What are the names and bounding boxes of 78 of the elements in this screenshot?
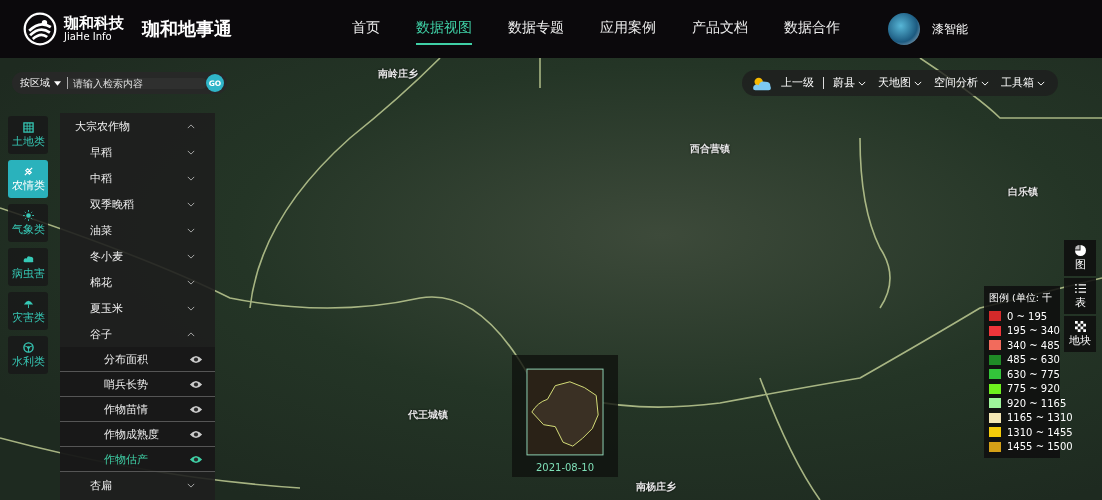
layer-item[interactable]: 作物成熟度	[60, 422, 215, 447]
place-label: 西合营镇	[690, 142, 730, 156]
tree-item[interactable]: 冬小麦	[60, 243, 215, 269]
legend-label: 340 ~ 485	[1007, 339, 1060, 351]
category-tab[interactable]: 气象类	[8, 204, 48, 242]
grid-icon	[22, 121, 34, 133]
map-tool-button[interactable]: 图	[1064, 240, 1096, 276]
category-tab[interactable]: 病虫害	[8, 248, 48, 286]
user-name: 漆智能	[932, 20, 968, 38]
tree-item[interactable]: 中稻	[60, 165, 215, 191]
category-tab[interactable]: 土地类	[8, 116, 48, 154]
caret-icon	[54, 80, 61, 86]
region-dropdown[interactable]: 蔚县	[830, 76, 869, 90]
legend-label: 0 ~ 195	[1007, 310, 1048, 322]
toolbar-menu[interactable]: 空间分析	[931, 76, 992, 90]
tree-item[interactable]: 油菜	[60, 217, 215, 243]
cloud-icon	[22, 253, 34, 265]
layer-item[interactable]: 分布面积	[60, 347, 215, 372]
tree-item[interactable]: 双季晚稻	[60, 191, 215, 217]
layer-item[interactable]: 哨兵长势	[60, 372, 215, 397]
layer-item[interactable]: 作物苗情	[60, 397, 215, 422]
company-name: 珈和科技	[64, 15, 124, 32]
toolbar-menu[interactable]: 天地图	[875, 76, 925, 90]
legend-label: 920 ~ 1165	[1007, 397, 1067, 409]
legend-label: 1310 ~ 1455	[1007, 426, 1073, 438]
map-tool-button[interactable]: 地块	[1064, 316, 1096, 352]
tree-group-header[interactable]: 大宗农作物	[60, 113, 215, 139]
legend-label: 485 ~ 630	[1007, 354, 1060, 365]
list-icon	[1074, 282, 1086, 294]
legend-label: 1455 ~ 1500	[1007, 441, 1073, 452]
sun-cloud-icon	[752, 75, 772, 91]
chevron-icon	[858, 80, 866, 86]
place-label: 南杨庄乡	[636, 480, 676, 494]
tree-item[interactable]: 早稻	[60, 139, 215, 165]
legend-label: 630 ~ 775	[1007, 368, 1060, 380]
wheel-icon	[22, 341, 34, 353]
nav-link[interactable]: 数据合作	[784, 13, 840, 45]
eye-icon	[189, 454, 203, 464]
eye-icon	[189, 379, 203, 389]
chevron-icon	[981, 80, 989, 86]
category-tab[interactable]: 灾害类	[8, 292, 48, 330]
chevron-icon	[1037, 80, 1045, 86]
satellite-icon	[22, 165, 34, 177]
eye-icon	[189, 404, 203, 414]
legend-label: 195 ~ 340	[1007, 325, 1060, 336]
company-subtitle: JiaHe Info	[64, 31, 112, 43]
user-avatar[interactable]	[888, 13, 920, 45]
place-label: 代王城镇	[408, 408, 448, 422]
nav-link[interactable]: 应用案例	[600, 13, 656, 45]
nav-link[interactable]: 产品文档	[692, 13, 748, 45]
eye-icon	[189, 429, 203, 439]
nav-link[interactable]: 数据视图	[416, 13, 472, 45]
up-level-button[interactable]: 上一级	[778, 76, 817, 90]
chevron-icon	[914, 80, 922, 86]
map-tool-button[interactable]: 表	[1064, 278, 1096, 314]
tree-item[interactable]: 杏扁	[60, 472, 215, 498]
category-tab[interactable]: 水利类	[8, 336, 48, 374]
toolbar-menu[interactable]: 工具箱	[998, 76, 1048, 90]
nav-link[interactable]: 首页	[352, 13, 380, 45]
checker-icon	[1074, 320, 1086, 332]
sun-icon	[22, 209, 34, 221]
nav-link[interactable]: 数据专题	[508, 13, 564, 45]
legend-label: 775 ~ 920	[1007, 383, 1060, 394]
legend-title: 图例 (单位: 千	[989, 292, 1053, 305]
region-scope-dropdown[interactable]: 按区域	[12, 77, 68, 89]
place-label: 白乐镇	[1008, 185, 1038, 199]
pie-chart-icon	[1074, 244, 1086, 256]
tree-item[interactable]: 棉花	[60, 269, 215, 295]
search-field[interactable]: 请输入检索内容	[68, 77, 206, 89]
spiral-logo-icon	[22, 11, 58, 47]
place-label: 南岭庄乡	[378, 67, 418, 81]
layer-item[interactable]: 作物估产	[60, 447, 215, 472]
tree-item[interactable]: 谷子	[60, 321, 215, 347]
map-date: 2021-08-10	[535, 462, 595, 473]
product-name: 珈和地事通	[142, 17, 232, 41]
tree-item[interactable]: 夏玉米	[60, 295, 215, 321]
eye-icon	[189, 354, 203, 364]
legend-label: 1165 ~ 1310	[1007, 412, 1073, 423]
